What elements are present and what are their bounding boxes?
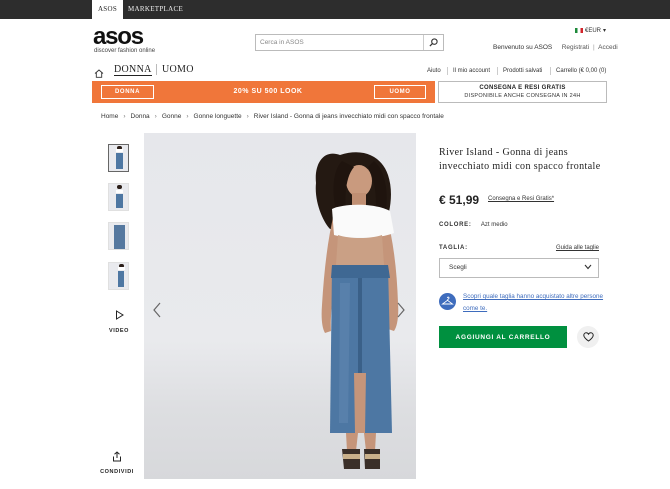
logo-tagline: discover fashion online xyxy=(94,48,156,54)
chevron-right-icon: › xyxy=(123,113,126,120)
breadcrumb: Home › Donna › Gonne › Gonne longuette ›… xyxy=(101,113,444,120)
chevron-left-icon xyxy=(153,302,161,318)
saved-items-link[interactable]: Prodotti salvati xyxy=(503,68,542,74)
my-account-link[interactable]: Il mio account xyxy=(453,68,490,74)
search-icon xyxy=(429,38,438,47)
welcome-text: Benvenuto su ASOS xyxy=(493,44,553,51)
model-photo xyxy=(315,152,399,469)
shipping-line-1: CONSEGNA E RESI GRATIS xyxy=(479,85,566,91)
product-thumbnail-1[interactable] xyxy=(108,144,129,172)
size-select[interactable]: Scegli xyxy=(439,258,599,278)
shipping-line-2: DISPONIBILE ANCHE CONSEGNA IN 24H xyxy=(464,93,581,99)
cart-link[interactable]: Carrello (€ 0,00 (0) xyxy=(556,68,606,74)
size-select-value: Scegli xyxy=(449,264,467,271)
video-label: VIDEO xyxy=(108,328,130,334)
promo-donna-button[interactable]: DONNA xyxy=(101,85,154,99)
chevron-right-icon xyxy=(397,302,405,318)
util-divider xyxy=(447,67,448,75)
shipping-banner[interactable]: CONSEGNA E RESI GRATIS DISPONIBILE ANCHE… xyxy=(438,81,607,103)
breadcrumb-donna[interactable]: Donna xyxy=(131,113,150,120)
product-title: River Island - Gonna di jeans invecchiat… xyxy=(439,147,601,172)
chevron-right-icon: › xyxy=(246,113,249,120)
size-row: TAGLIA: Guida alle taglie xyxy=(439,245,599,251)
share-label: CONDIVIDI xyxy=(100,469,134,475)
top-bar: ASOS MARKETPLACE xyxy=(0,0,670,19)
tab-marketplace[interactable]: MARKETPLACE xyxy=(128,0,183,19)
video-button[interactable]: VIDEO xyxy=(108,307,130,334)
share-button[interactable]: CONDIVIDI xyxy=(97,449,137,475)
nav-divider xyxy=(156,64,157,75)
next-image-button[interactable] xyxy=(396,301,406,324)
previous-image-button[interactable] xyxy=(152,301,162,324)
italy-flag-icon xyxy=(575,28,583,33)
size-guide-link[interactable]: Guida alle taglie xyxy=(556,245,599,251)
chevron-right-icon: › xyxy=(186,113,189,120)
add-to-cart-button[interactable]: AGGIUNGI AL CARRELLO xyxy=(439,326,567,348)
product-main-image[interactable] xyxy=(144,133,416,479)
share-icon xyxy=(113,451,121,462)
save-for-later-button[interactable] xyxy=(577,326,599,348)
size-label: TAGLIA: xyxy=(439,245,468,251)
product-thumbnail-4[interactable] xyxy=(108,262,129,290)
logo-wordmark: asos xyxy=(93,23,144,50)
chevron-right-icon: › xyxy=(154,113,157,120)
play-icon xyxy=(115,310,124,320)
register-link[interactable]: Registrati xyxy=(562,44,589,51)
hanger-icon xyxy=(439,293,456,310)
product-thumbnail-3[interactable] xyxy=(108,222,129,250)
search-button[interactable] xyxy=(423,35,443,50)
chevron-down-icon xyxy=(584,264,592,270)
asos-logo[interactable]: asos discover fashion online xyxy=(93,23,163,56)
caret-down-icon: ▾ xyxy=(603,28,607,34)
free-delivery-link[interactable]: Consegna e Resi Gratis* xyxy=(488,196,554,202)
color-value: Azt medio xyxy=(480,222,508,228)
breadcrumb-gonne-longuette[interactable]: Gonne longuette xyxy=(194,113,242,120)
breadcrumb-home[interactable]: Home xyxy=(101,113,118,120)
currency-label: €EUR xyxy=(585,27,602,34)
welcome-bar: Benvenuto su ASOS Registrati | Accedi xyxy=(493,44,618,51)
color-label: COLORE: xyxy=(439,222,472,228)
heart-icon xyxy=(582,332,594,342)
color-row: COLORE: Azt medio xyxy=(439,222,508,228)
breadcrumb-current: River Island - Gonna di jeans invecchiat… xyxy=(253,113,444,120)
login-link[interactable]: Accedi xyxy=(598,44,618,51)
nav-uomo[interactable]: UOMO xyxy=(162,64,194,75)
util-divider xyxy=(550,67,551,75)
tab-asos[interactable]: ASOS xyxy=(92,0,123,19)
breadcrumb-gonne[interactable]: Gonne xyxy=(162,113,182,120)
product-thumbnail-2[interactable] xyxy=(108,183,129,211)
search-input[interactable] xyxy=(256,35,421,50)
promo-banner[interactable]: DONNA 20% SU 500 LOOK UOMO xyxy=(92,81,435,103)
search-box xyxy=(255,34,444,51)
product-price: € 51,99 xyxy=(439,193,480,207)
fit-assistant-link[interactable]: Scopri quale taglia hanno acquistato alt… xyxy=(463,291,613,315)
nav-donna[interactable]: DONNA xyxy=(114,64,152,76)
promo-uomo-button[interactable]: UOMO xyxy=(374,85,426,99)
currency-selector[interactable]: €EUR ▾ xyxy=(575,27,606,34)
promo-text: 20% SU 500 LOOK xyxy=(233,88,303,95)
util-divider xyxy=(497,67,498,75)
help-link[interactable]: Aiuto xyxy=(427,68,441,74)
